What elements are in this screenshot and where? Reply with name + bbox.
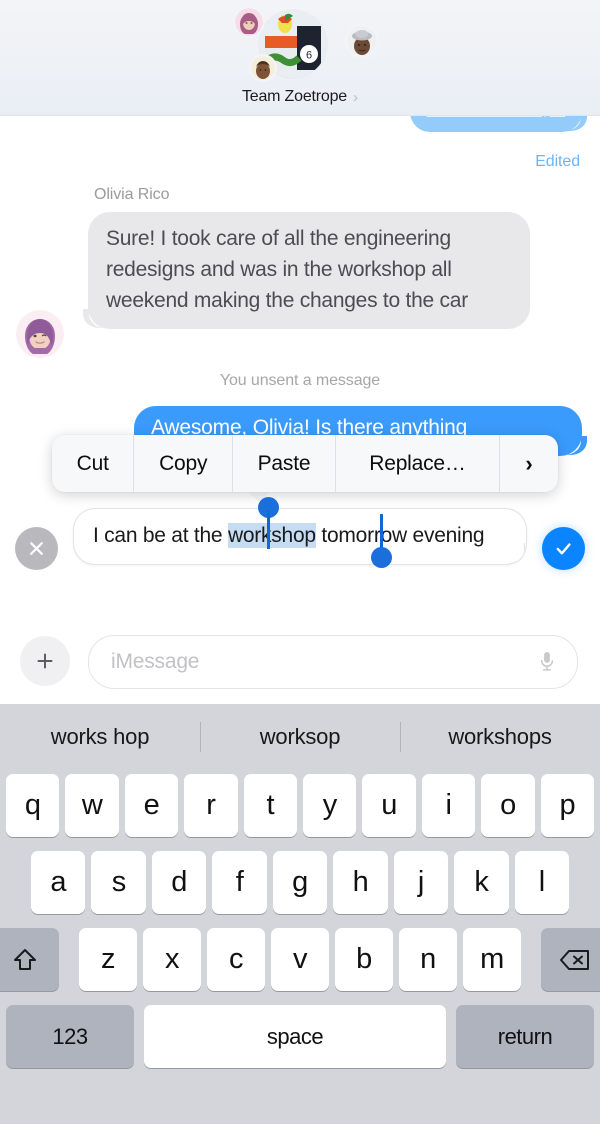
- edit-text-after: tomorrow evening: [315, 524, 485, 547]
- key-x[interactable]: x: [143, 928, 201, 991]
- key-y[interactable]: y: [303, 774, 357, 837]
- bubble-body[interactable]: Sure! I took care of all the engineering…: [88, 212, 530, 329]
- message-edit-row: I can be at the workshop tomorrow evenin…: [0, 500, 600, 600]
- handle-stem-icon: [267, 511, 270, 549]
- handle-knob-icon: [371, 547, 392, 568]
- key-h[interactable]: h: [333, 851, 388, 914]
- backspace-key[interactable]: [541, 928, 600, 991]
- memoji-avatar-pink[interactable]: [235, 8, 263, 36]
- conversation-header: 6 Team Zoetrope ›: [0, 0, 600, 116]
- confirm-edit-button[interactable]: [542, 527, 585, 570]
- backspace-icon: [560, 949, 589, 970]
- key-a[interactable]: a: [31, 851, 86, 914]
- editing-message-bubble[interactable]: I can be at the workshop tomorrow evenin…: [73, 508, 527, 565]
- add-attachment-button[interactable]: [20, 636, 70, 686]
- key-s[interactable]: s: [91, 851, 146, 914]
- menu-item-cut[interactable]: Cut: [52, 435, 135, 492]
- key-m[interactable]: m: [463, 928, 521, 991]
- menu-item-copy[interactable]: Copy: [134, 435, 233, 492]
- bubble-tail-icon: [510, 543, 532, 565]
- key-o[interactable]: o: [481, 774, 535, 837]
- key-n[interactable]: n: [399, 928, 457, 991]
- close-icon: [30, 542, 43, 555]
- menu-item-paste[interactable]: Paste: [233, 435, 336, 492]
- prediction-2[interactable]: workshops: [400, 724, 600, 750]
- software-keyboard[interactable]: works hop worksop workshops q w e r t y …: [0, 704, 600, 1124]
- key-q[interactable]: q: [5, 774, 60, 837]
- imessage-placeholder: iMessage: [111, 650, 200, 673]
- bubble-tail-icon: [82, 309, 102, 329]
- return-key[interactable]: return: [456, 1005, 594, 1068]
- key-i[interactable]: i: [421, 774, 476, 837]
- keyboard-row-1: q w e r t y u i o p: [0, 774, 600, 837]
- key-t[interactable]: t: [243, 774, 297, 837]
- space-key[interactable]: space: [144, 1005, 446, 1068]
- avatar-olivia-rico[interactable]: [16, 310, 64, 358]
- memoji-avatar-brown[interactable]: [251, 56, 275, 80]
- checkmark-icon: [556, 543, 571, 555]
- chevron-right-icon: ›: [353, 88, 358, 106]
- key-b[interactable]: b: [335, 928, 393, 991]
- key-d[interactable]: d: [151, 851, 207, 914]
- sender-name: Olivia Rico: [94, 186, 170, 203]
- chat-title: Team Zoetrope: [241, 88, 347, 105]
- chat-title-row[interactable]: Team Zoetrope ›: [0, 88, 600, 106]
- key-j[interactable]: j: [393, 851, 449, 914]
- key-c[interactable]: c: [207, 928, 265, 991]
- menu-more-chevron-icon[interactable]: ›: [500, 435, 558, 492]
- microphone-icon: [540, 652, 554, 671]
- edited-badge: Edited: [535, 153, 580, 170]
- numbers-key[interactable]: 123: [6, 1005, 134, 1068]
- key-r[interactable]: r: [184, 774, 238, 837]
- keyboard-row-4: 123 space return: [0, 1005, 600, 1068]
- keyboard-bottom-padding: [0, 1068, 600, 1098]
- keyboard-row-2: a s d f g h j k l: [0, 851, 600, 914]
- message-text: Sure! I took care of all the engineering…: [106, 227, 468, 312]
- message-bubble-incoming-olivia[interactable]: Olivia Rico Sure! I took care of all the…: [88, 186, 530, 329]
- key-z[interactable]: z: [79, 928, 137, 991]
- key-w[interactable]: w: [65, 774, 119, 837]
- key-p[interactable]: p: [540, 774, 595, 837]
- shift-key[interactable]: [0, 928, 59, 991]
- key-f[interactable]: f: [212, 851, 267, 914]
- keyboard-row-3: z x c v b n m: [0, 928, 600, 991]
- edit-text-before: I can be at the: [93, 524, 228, 547]
- menu-item-replace[interactable]: Replace…: [336, 435, 500, 492]
- prediction-1[interactable]: worksop: [200, 724, 400, 750]
- key-e[interactable]: e: [124, 774, 179, 837]
- predictive-text-bar[interactable]: works hop worksop workshops: [0, 704, 600, 770]
- key-u[interactable]: u: [362, 774, 416, 837]
- row3-spacer-right: [524, 928, 538, 991]
- text-edit-context-menu[interactable]: Cut Copy Paste Replace… ›: [52, 435, 558, 492]
- messages-app: next Saturday? Edited Olivia Rico Sure! …: [0, 0, 600, 1124]
- key-l[interactable]: l: [514, 851, 569, 914]
- memoji-avatar-gray-hat[interactable]: [347, 26, 377, 56]
- svg-text:6: 6: [306, 50, 312, 62]
- row3-spacer-left: [62, 928, 76, 991]
- unsent-message-note: You unsent a message: [219, 372, 381, 389]
- selection-handle-end[interactable]: [371, 514, 392, 568]
- key-g[interactable]: g: [272, 851, 328, 914]
- prediction-0[interactable]: works hop: [0, 724, 200, 750]
- key-v[interactable]: v: [271, 928, 329, 991]
- key-k[interactable]: k: [454, 851, 509, 914]
- plus-icon: [37, 653, 53, 669]
- selection-handle-start[interactable]: [258, 497, 279, 549]
- bubble-tail-icon: [568, 436, 588, 456]
- cancel-edit-button[interactable]: [15, 527, 58, 570]
- compose-bar: iMessage: [0, 620, 600, 704]
- imessage-input-field[interactable]: iMessage: [88, 635, 578, 689]
- shift-arrow-icon: [14, 948, 36, 970]
- dictation-button[interactable]: [535, 647, 559, 677]
- group-avatar-cluster[interactable]: 6: [215, 4, 385, 88]
